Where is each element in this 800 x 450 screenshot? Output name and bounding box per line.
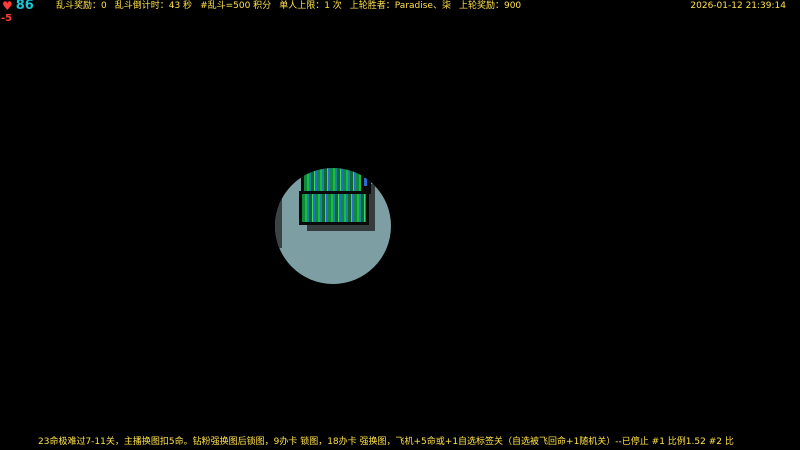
hud-top-bar: ♥ 86 乱斗奖励：0 乱斗倒计时：43 秒 #乱斗=500 积分 单人上限：1… bbox=[0, 0, 800, 14]
wall-edge bbox=[275, 196, 282, 248]
brawl-reward: 乱斗奖励：0 bbox=[56, 1, 107, 11]
block-marker bbox=[364, 178, 367, 186]
last-round-winner: 上轮胜者：Paradise、柒 bbox=[349, 1, 451, 11]
last-round-reward: 上轮奖励：900 bbox=[458, 1, 522, 11]
heart-icon: ♥ bbox=[2, 0, 13, 13]
block-pattern bbox=[302, 194, 366, 222]
rules-ticker: 23命极难过7-11关，主播换图扣5命。钻粉强换图后锁图，9办卡 锁图，18办卡… bbox=[38, 437, 734, 447]
brawl-points: #乱斗=500 积分 bbox=[200, 1, 272, 11]
lives-delta: -5 bbox=[1, 13, 13, 24]
datetime: 2026-01-12 21:39:14 bbox=[690, 1, 786, 11]
brawl-countdown: 乱斗倒计时：43 秒 bbox=[114, 1, 193, 11]
block-pattern bbox=[304, 168, 361, 191]
lives-count: 86 bbox=[15, 0, 34, 13]
striped-block-bottom bbox=[299, 191, 369, 225]
single-limit: 单人上限：1 次 bbox=[279, 1, 342, 11]
spotlight-view bbox=[275, 168, 391, 284]
brawl-stats: 乱斗奖励：0 乱斗倒计时：43 秒 #乱斗=500 积分 单人上限：1 次 上轮… bbox=[56, 0, 521, 12]
lives-counter: ♥ 86 bbox=[2, 0, 34, 14]
